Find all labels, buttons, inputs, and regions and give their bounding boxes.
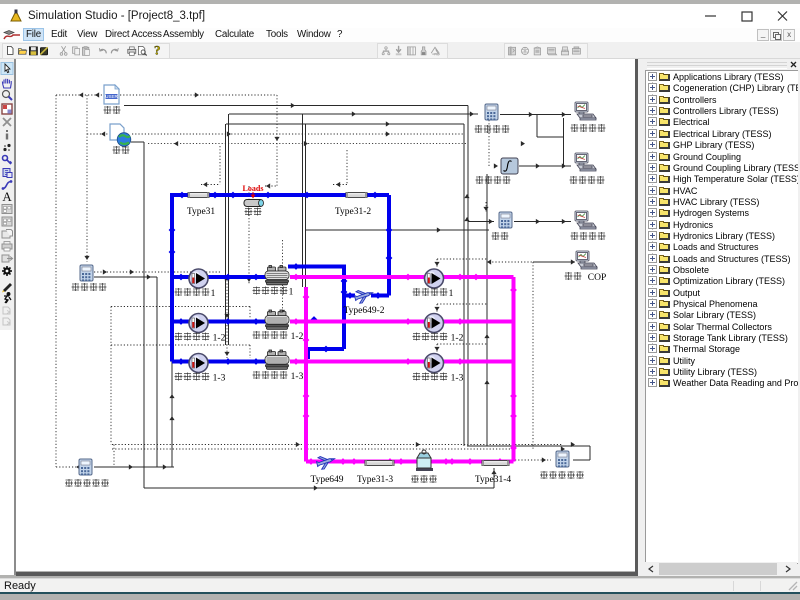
svg-text:Type31-2: Type31-2 <box>335 207 372 217</box>
svg-text:1-2: 1-2 <box>291 332 304 342</box>
svg-text:1-2: 1-2 <box>451 334 464 344</box>
svg-text:Type31-3: Type31-3 <box>357 475 394 485</box>
svg-text:COP: COP <box>588 273 606 283</box>
svg-text:1: 1 <box>211 289 216 299</box>
svg-text:1-2: 1-2 <box>213 334 226 344</box>
svg-text:1-3: 1-3 <box>451 374 464 384</box>
svg-text:1-3: 1-3 <box>213 374 226 384</box>
svg-text:1-3: 1-3 <box>291 372 304 382</box>
svg-text:A: A <box>2 189 12 204</box>
svg-text:USER: USER <box>105 94 118 99</box>
svg-text:Type649-2: Type649-2 <box>343 306 384 316</box>
svg-text:Type31-4: Type31-4 <box>475 475 512 485</box>
svg-text:Loads: Loads <box>243 184 264 193</box>
svg-text:Type31: Type31 <box>187 207 216 217</box>
svg-text:Type649: Type649 <box>310 475 343 485</box>
svg-text:1: 1 <box>449 289 454 299</box>
svg-text:?: ? <box>154 43 161 58</box>
svg-text:PID: PID <box>434 53 440 57</box>
svg-text:1: 1 <box>289 288 294 298</box>
